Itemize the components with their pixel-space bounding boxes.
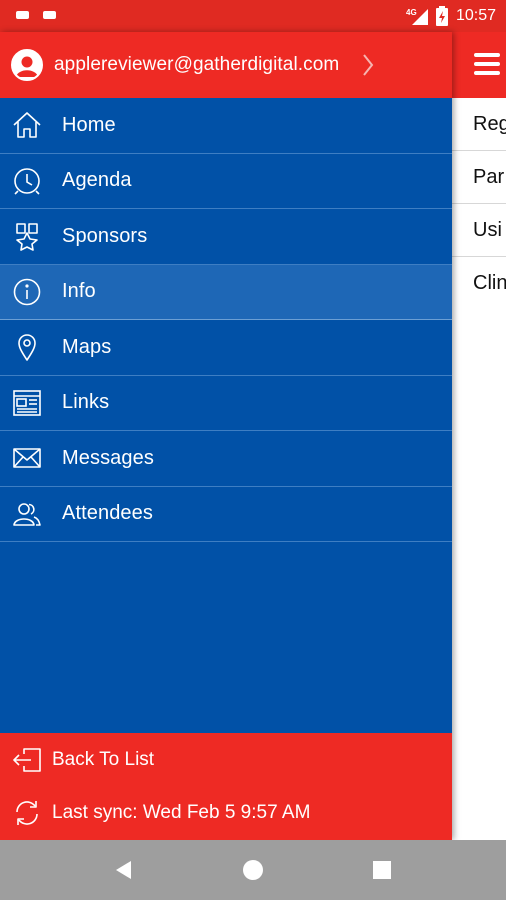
refresh-icon: [12, 798, 42, 828]
home-circle-icon: [242, 860, 263, 880]
back-triangle-icon: [116, 861, 132, 879]
menu-item-label: Links: [62, 391, 110, 414]
menu-item-label: Agenda: [62, 169, 132, 192]
notification-icon: [43, 11, 56, 19]
content-header: [452, 32, 506, 98]
menu-item-agenda[interactable]: Agenda: [0, 154, 452, 209]
map-pin-icon: [12, 332, 42, 362]
browser-window-icon: [12, 388, 42, 418]
drawer-footer: Back To List Last sync: Wed Feb 5 9:57 A…: [0, 733, 452, 840]
back-button[interactable]: [94, 840, 154, 900]
menu-item-messages[interactable]: Messages: [0, 431, 452, 487]
hamburger-menu-icon[interactable]: [474, 53, 500, 80]
system-nav-bar: [0, 840, 506, 900]
menu-item-label: Sponsors: [62, 224, 148, 247]
avatar-icon: [11, 49, 43, 81]
notification-icons: [16, 11, 56, 19]
home-button[interactable]: [223, 840, 283, 900]
svg-text:4G: 4G: [406, 8, 417, 17]
list-item[interactable]: Par: [452, 151, 506, 204]
menu-item-label: Maps: [62, 335, 112, 358]
menu-item-sponsors[interactable]: Sponsors: [0, 209, 452, 265]
menu-item-info[interactable]: Info: [0, 264, 452, 320]
menu-item-label: Messages: [62, 446, 154, 469]
people-icon: [12, 499, 42, 529]
content-list: Reg Par Usi Clin: [452, 98, 506, 310]
award-ribbon-icon: [12, 221, 42, 252]
menu-item-label: Info: [62, 280, 96, 303]
exit-icon: [12, 745, 42, 775]
info-icon: [12, 277, 42, 307]
list-item[interactable]: Clin: [452, 257, 506, 310]
signal-icon: 4G: [406, 7, 428, 25]
menu-item-label: Attendees: [62, 502, 153, 525]
menu-item-attendees[interactable]: Attendees: [0, 487, 452, 542]
back-to-list-label: Back To List: [52, 748, 155, 770]
status-bar: 4G 10:57: [0, 0, 506, 32]
list-item[interactable]: Reg: [452, 98, 506, 151]
drawer-menu: Home Agenda Sponsors Info Maps Links Mes…: [0, 98, 452, 733]
navigation-drawer: applereviewer@gatherdigital.com Home Age…: [0, 32, 452, 840]
list-item[interactable]: Usi: [452, 204, 506, 257]
recents-button[interactable]: [352, 840, 412, 900]
chevron-right-icon[interactable]: [362, 53, 374, 82]
menu-item-home[interactable]: Home: [0, 98, 452, 154]
clock-icon: [12, 166, 42, 196]
envelope-icon: [12, 443, 42, 473]
notification-icon: [16, 11, 29, 19]
back-to-list-button[interactable]: Back To List: [0, 733, 452, 786]
status-time: 10:57: [455, 7, 496, 24]
battery-icon: [435, 6, 448, 26]
menu-item-links[interactable]: Links: [0, 376, 452, 431]
menu-item-maps[interactable]: Maps: [0, 320, 452, 376]
menu-item-label: Home: [62, 113, 116, 136]
drawer-header[interactable]: applereviewer@gatherdigital.com: [0, 32, 452, 98]
user-email: applereviewer@gatherdigital.com: [54, 54, 340, 75]
sync-button[interactable]: Last sync: Wed Feb 5 9:57 AM: [0, 786, 452, 839]
home-icon: [12, 110, 42, 140]
status-indicators: 4G 10:57: [406, 6, 496, 26]
recents-square-icon: [372, 861, 391, 879]
last-sync-label: Last sync: Wed Feb 5 9:57 AM: [52, 801, 311, 823]
